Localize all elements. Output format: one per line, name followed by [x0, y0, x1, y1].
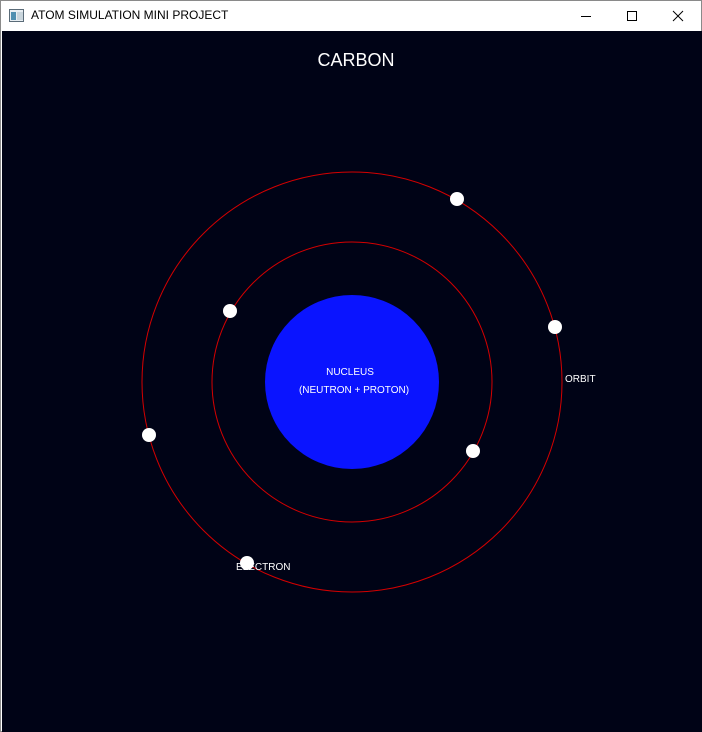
electron — [223, 304, 237, 318]
electron — [466, 444, 480, 458]
app-window: ATOM SIMULATION MINI PROJECT CARBON NUCL… — [0, 0, 702, 732]
app-icon-pane-right — [17, 12, 23, 20]
minimize-icon — [581, 16, 591, 17]
orbit-label: ORBIT — [565, 374, 596, 385]
title-bar[interactable]: ATOM SIMULATION MINI PROJECT — [1, 1, 701, 31]
electron — [142, 428, 156, 442]
electron — [240, 556, 254, 570]
nucleus-label: NUCLEUS — [326, 367, 374, 378]
nucleus — [265, 295, 439, 469]
close-icon — [672, 10, 684, 22]
maximize-button[interactable] — [609, 1, 655, 31]
maximize-icon — [627, 11, 637, 21]
electron — [450, 192, 464, 206]
close-button[interactable] — [655, 1, 701, 31]
element-title: CARBON — [317, 50, 394, 70]
window-title: ATOM SIMULATION MINI PROJECT — [31, 8, 229, 22]
app-icon-pane-left — [11, 12, 16, 20]
electron — [548, 320, 562, 334]
minimize-button[interactable] — [563, 1, 609, 31]
atom-drawing: CARBON NUCLEUS (NEUTRON + PROTON) ORBIT … — [141, 50, 596, 593]
nucleus-sublabel: (NEUTRON + PROTON) — [299, 385, 409, 396]
app-icon — [9, 9, 24, 22]
simulation-canvas: CARBON NUCLEUS (NEUTRON + PROTON) ORBIT … — [2, 31, 702, 732]
